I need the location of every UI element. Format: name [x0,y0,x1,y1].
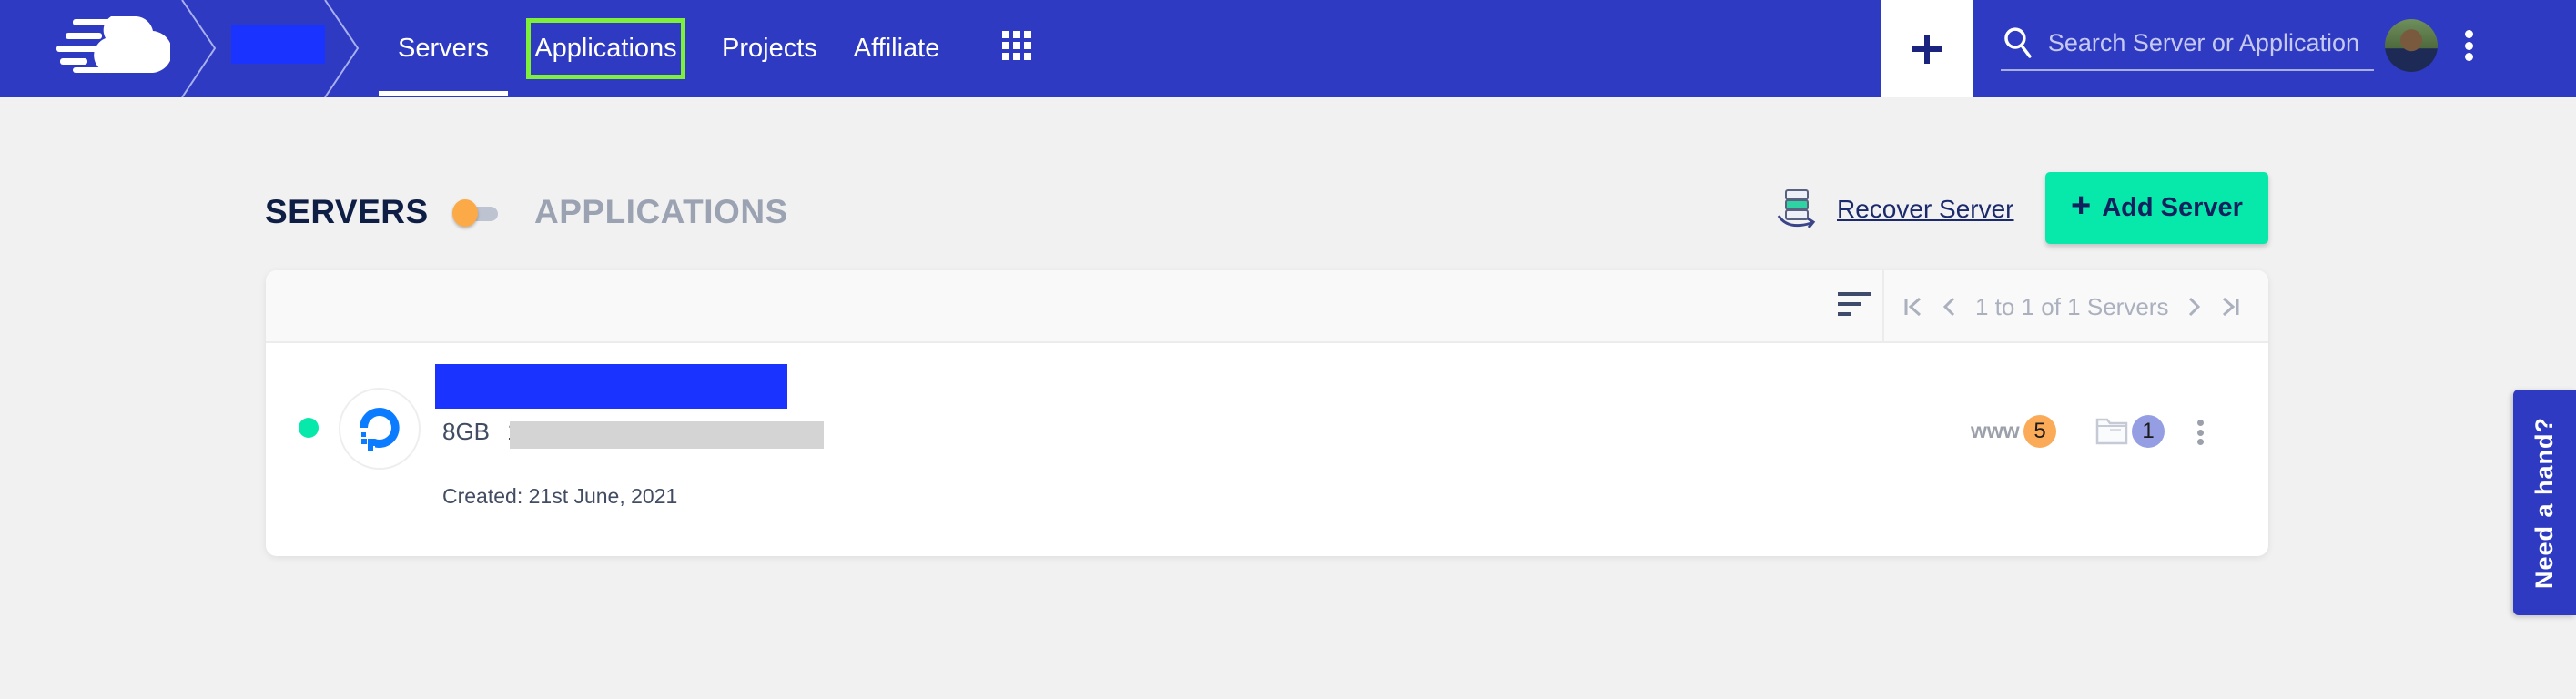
breadcrumb-separator-icon [181,0,217,97]
www-count-badge[interactable]: 5 [2023,415,2056,448]
nav-applications[interactable]: Applications [508,0,704,97]
server-status-running-icon [299,418,319,438]
add-server-label: Add Server [2102,193,2243,222]
recover-server-label[interactable]: Recover Server [1837,195,2014,224]
quick-add-button[interactable] [1881,0,1973,97]
plus-icon: + [2071,187,2092,225]
servers-applications-toggle[interactable] [452,199,501,227]
nav-affiliate[interactable]: Affiliate [836,0,958,97]
server-name-redacted[interactable] [435,364,787,409]
user-avatar[interactable] [2385,19,2438,72]
need-a-hand-tab[interactable]: Need a hand? [2513,390,2576,615]
list-toolbar: 1 to 1 of 1 Servers [266,270,2268,343]
digitalocean-logo [339,388,421,470]
plus-icon [1912,34,1942,64]
breadcrumb-separator-icon [324,0,360,97]
applications-count-badge[interactable]: 1 [2132,415,2165,448]
main-nav: Servers Applications Projects Affiliate [379,0,958,97]
server-created-date: Created: 21st June, 2021 [442,484,678,508]
nav-servers[interactable]: Servers [379,0,508,97]
header-more-menu-icon[interactable] [2462,30,2475,61]
www-icon[interactable]: www [1971,419,2020,443]
server-list-card: 1 to 1 of 1 Servers 8GB 1 Created: 21st … [266,270,2268,556]
server-row[interactable]: 8GB 1 Created: 21st June, 2021 www 5 1 [266,343,2268,556]
sort-icon[interactable] [1838,290,1871,318]
servers-view-label[interactable]: SERVERS [265,193,429,231]
search-input[interactable] [2047,28,2374,57]
last-page-icon[interactable] [2212,296,2248,318]
nav-projects[interactable]: Projects [704,0,836,97]
previous-page-icon[interactable] [1932,296,1968,318]
add-server-button[interactable]: + Add Server [2045,172,2268,244]
digitalocean-icon [360,408,400,451]
apps-grid-icon[interactable] [1002,31,1031,60]
cloudways-logo[interactable] [56,16,170,73]
breadcrumb-server-name-redacted[interactable] [231,25,325,64]
folder-icon[interactable] [2095,416,2128,445]
server-restore-icon [1777,189,1816,228]
first-page-icon[interactable] [1895,296,1932,318]
top-navbar: Servers Applications Projects Affiliate [0,0,2576,97]
need-a-hand-label: Need a hand? [2530,416,2558,589]
pagination-text: 1 to 1 of 1 Servers [1975,292,2169,320]
pagination: 1 to 1 of 1 Servers [1895,270,2248,343]
recover-server-link[interactable]: Recover Server [1775,188,2014,230]
server-ip-redacted [510,421,824,449]
toolbar-divider [1882,270,1884,343]
server-actions-menu-icon[interactable] [2196,420,2205,445]
server-size: 8GB [442,418,491,445]
applications-view-label[interactable]: APPLICATIONS [534,193,788,231]
search-icon [2004,27,2032,58]
search-box [2001,16,2374,71]
next-page-icon[interactable] [2175,296,2212,318]
